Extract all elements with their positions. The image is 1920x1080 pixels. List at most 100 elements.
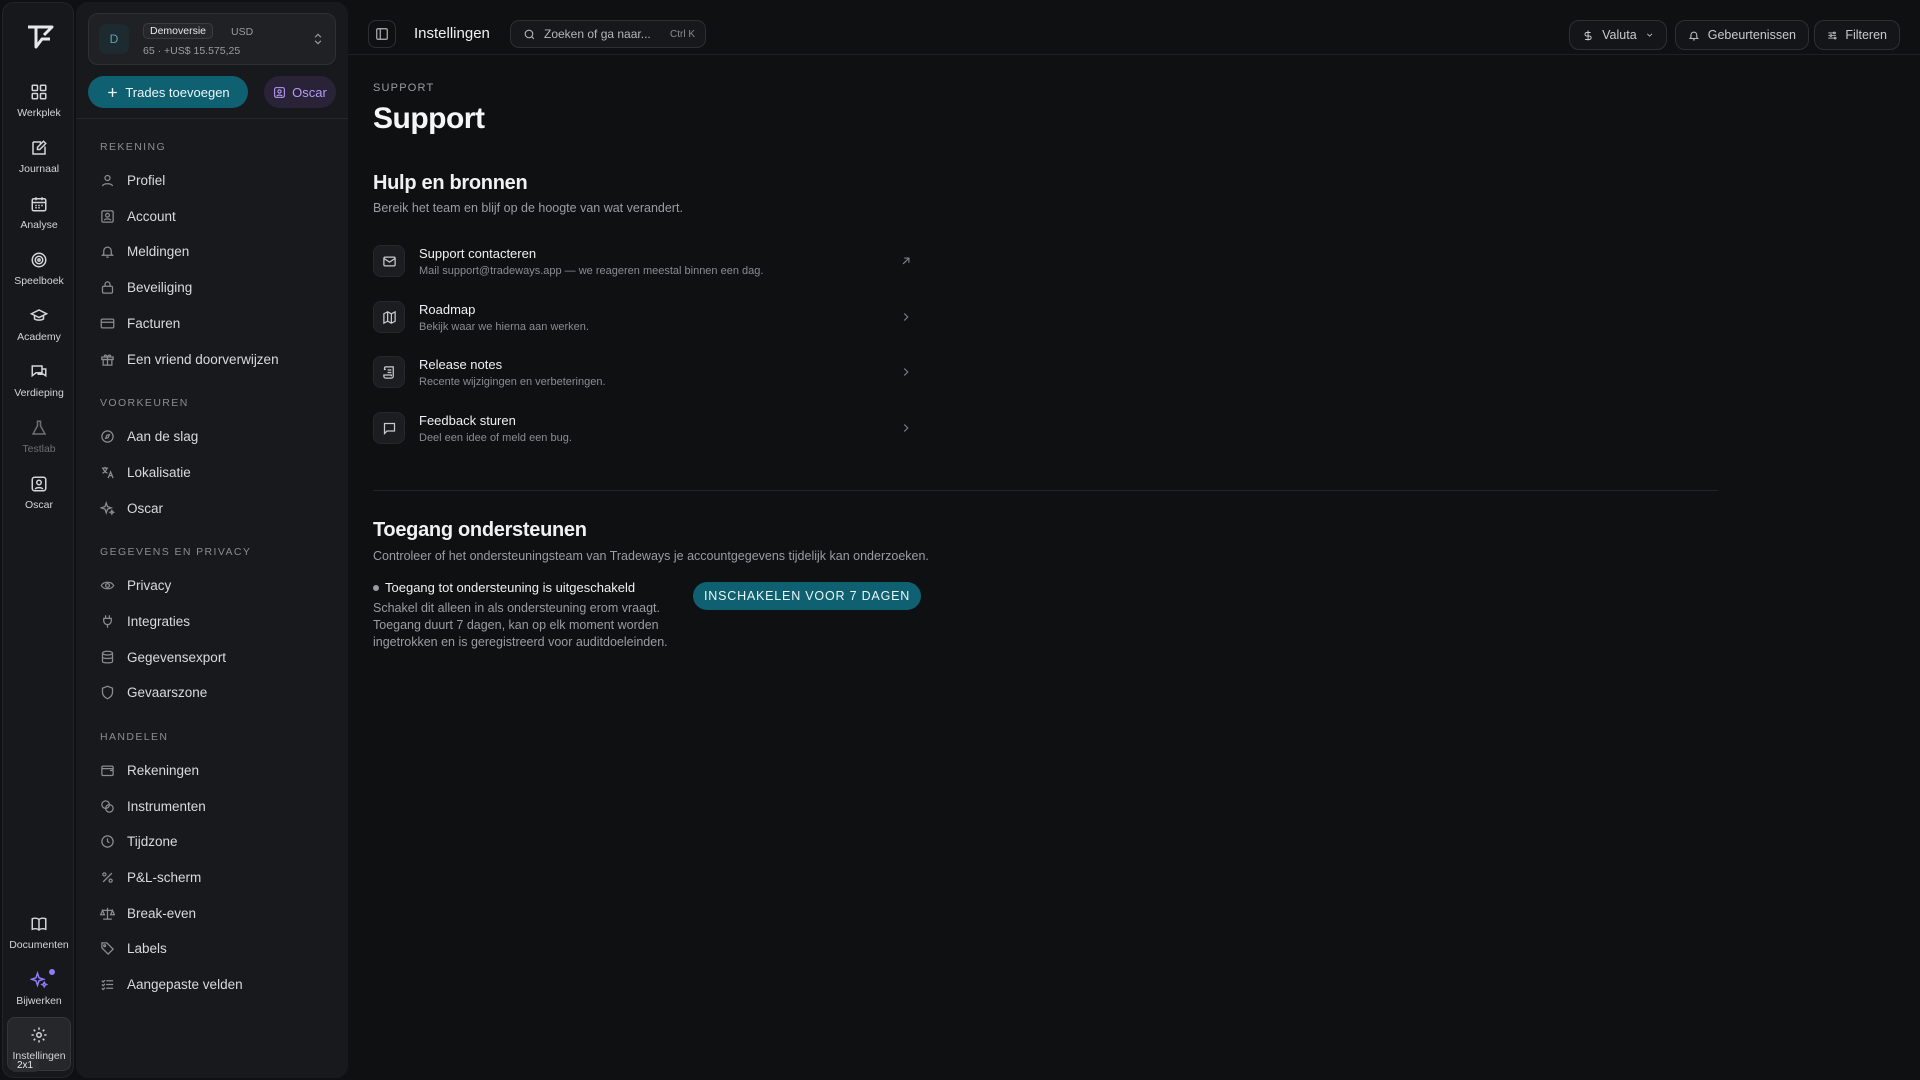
chat-icon [31, 365, 47, 378]
section-divider [373, 490, 1718, 491]
sidebar-item-profiel[interactable]: Profiel [100, 165, 336, 195]
rail-label: Documenten [9, 939, 69, 951]
panel-left-icon [376, 28, 388, 40]
page-title: Support [373, 102, 485, 135]
compass-icon [101, 429, 114, 443]
support-contact-row[interactable]: Support contacteren Mail support@tradewa… [373, 235, 913, 287]
mail-icon [373, 245, 405, 277]
database-icon [101, 650, 114, 663]
enable-access-button[interactable]: INSCHAKELEN VOOR 7 DAGEN [693, 582, 922, 610]
sidebar-item-doorverwijzen[interactable]: Een vriend doorverwijzen [100, 344, 336, 374]
sidebar-item-lokalisatie[interactable]: Lokalisatie [100, 457, 336, 487]
row-title: Support contacteren [419, 245, 537, 261]
sidebar-item-aan-de-slag[interactable]: Aan de slag [100, 421, 336, 451]
sidebar-item-facturen[interactable]: Facturen [100, 308, 336, 338]
account-currency: USD [231, 26, 254, 38]
sidebar-toggle-button[interactable] [368, 20, 396, 48]
sidebar-item-label: Instrumenten [127, 798, 206, 814]
section-title-voorkeuren: VOORKEUREN [100, 397, 189, 409]
search-input[interactable]: Zoeken of ga naar... Ctrl K [510, 20, 706, 48]
sidebar-item-gevaarszone[interactable]: Gevaarszone [100, 677, 336, 707]
credit-card-icon [100, 318, 115, 328]
plus-icon [108, 87, 118, 97]
top-bar: Instellingen Zoeken of ga naar... Ctrl K… [362, 14, 1902, 54]
translate-icon [101, 466, 114, 478]
chevron-down-icon [1646, 33, 1652, 37]
graduation-cap-icon [30, 309, 48, 321]
tag-icon [101, 941, 115, 955]
flask-icon [31, 420, 47, 435]
rail-item-werkplek[interactable]: Werkplek [7, 75, 71, 125]
sidebar-item-label: P&L-scherm [127, 869, 202, 885]
sidebar-item-label: Privacy [127, 577, 172, 593]
sidebar-item-label: Profiel [127, 172, 166, 188]
status-dot [373, 584, 379, 591]
rail-item-bijwerken[interactable]: Bijwerken [7, 963, 71, 1013]
rail-item-speelboek[interactable]: Speelboek [7, 243, 71, 293]
search-placeholder: Zoeken of ga naar... [544, 27, 651, 41]
feedback-row[interactable]: Feedback sturen Deel een idee of meld ee… [373, 402, 913, 454]
message-icon [373, 412, 405, 444]
access-status: Toegang tot ondersteuning is uitgeschake… [373, 580, 635, 595]
sidebar-item-label: Beveiliging [127, 279, 193, 295]
rail-item-academy[interactable]: Academy [7, 299, 71, 349]
wallet-icon [101, 765, 114, 776]
currency-button[interactable]: Valuta [1569, 20, 1667, 50]
app-logo[interactable] [24, 21, 56, 53]
account-balance: 65 · +US$ 15.575,25 [143, 45, 241, 57]
rail-label: Bijwerken [16, 995, 62, 1007]
sidebar-item-rekeningen[interactable]: Rekeningen [100, 755, 336, 785]
row-title: Roadmap [419, 301, 476, 317]
rail-item-journaal[interactable]: Journaal [7, 131, 71, 181]
row-description: Recente wijzigingen en verbeteringen. [419, 375, 606, 388]
filter-button[interactable]: Filteren [1814, 20, 1900, 50]
rail-item-testlab[interactable]: Testlab [7, 411, 71, 461]
sidebar-item-meldingen[interactable]: Meldingen [100, 236, 336, 266]
sidebar-item-tijdzone[interactable]: Tijdzone [100, 826, 336, 856]
rail-item-oscar[interactable]: Oscar [7, 467, 71, 517]
rail-item-documenten[interactable]: Documenten [7, 907, 71, 957]
sidebar-item-instrumenten[interactable]: Instrumenten [100, 791, 336, 821]
sidebar-item-integraties[interactable]: Integraties [100, 606, 336, 636]
sidebar-item-aangepaste-velden[interactable]: Aangepaste velden [100, 969, 336, 999]
avatar: D [99, 24, 129, 54]
help-section-subtitle: Bereik het team en blijf op de hoogte va… [373, 201, 683, 215]
add-trades-button[interactable]: Trades toevoegen [88, 76, 248, 108]
user-icon [101, 174, 114, 186]
sidebar-item-label: Aan de slag [127, 428, 199, 444]
zoom-badge: 2x1 [11, 1059, 40, 1072]
sidebar-item-oscar[interactable]: Oscar [100, 493, 336, 523]
rail-item-verdieping[interactable]: Verdieping [7, 355, 71, 405]
sidebar-item-account[interactable]: Account [100, 201, 336, 231]
sidebar-item-beveiliging[interactable]: Beveiliging [100, 272, 336, 302]
row-description: Bekijk waar we hierna aan werken. [419, 320, 589, 333]
sidebar-item-break-even[interactable]: Break-even [100, 898, 336, 928]
account-switcher[interactable]: D Demoversie USD 65 · +US$ 15.575,25 [88, 13, 336, 65]
user-square-icon [31, 476, 47, 492]
sidebar-item-label: Integraties [127, 613, 191, 629]
calendar-icon [31, 197, 47, 212]
app-rail: Werkplek Journaal Analyse Speelboek Acad… [2, 2, 74, 1078]
oscar-button[interactable]: Oscar [264, 76, 336, 108]
chevron-right-icon [903, 313, 909, 321]
roadmap-row[interactable]: Roadmap Bekijk waar we hierna aan werken… [373, 291, 913, 343]
sidebar-item-label: Gevaarszone [127, 684, 208, 700]
sidebar-item-label: Meldingen [127, 243, 190, 259]
release-notes-row[interactable]: Release notes Recente wijzigingen en ver… [373, 346, 913, 398]
sidebar-item-labels[interactable]: Labels [100, 933, 336, 963]
sidebar-item-privacy[interactable]: Privacy [100, 570, 336, 600]
clock-icon [101, 834, 114, 848]
rail-label: Werkplek [17, 107, 61, 119]
gear-icon [31, 1027, 47, 1043]
sidebar-item-pl-scherm[interactable]: P&L-scherm [100, 862, 336, 892]
list-check-icon [101, 979, 114, 990]
search-icon [524, 29, 535, 39]
access-section-subtitle: Controleer of het ondersteuningsteam van… [373, 549, 929, 563]
row-description: Mail support@tradeways.app — we reageren… [419, 264, 764, 277]
update-dot [49, 969, 55, 975]
sidebar-item-gegevensexport[interactable]: Gegevensexport [100, 642, 336, 672]
help-section-title: Hulp en bronnen [373, 172, 528, 194]
eye-icon [100, 581, 115, 589]
rail-item-analyse[interactable]: Analyse [7, 187, 71, 237]
events-button[interactable]: Gebeurtenissen [1675, 20, 1809, 50]
